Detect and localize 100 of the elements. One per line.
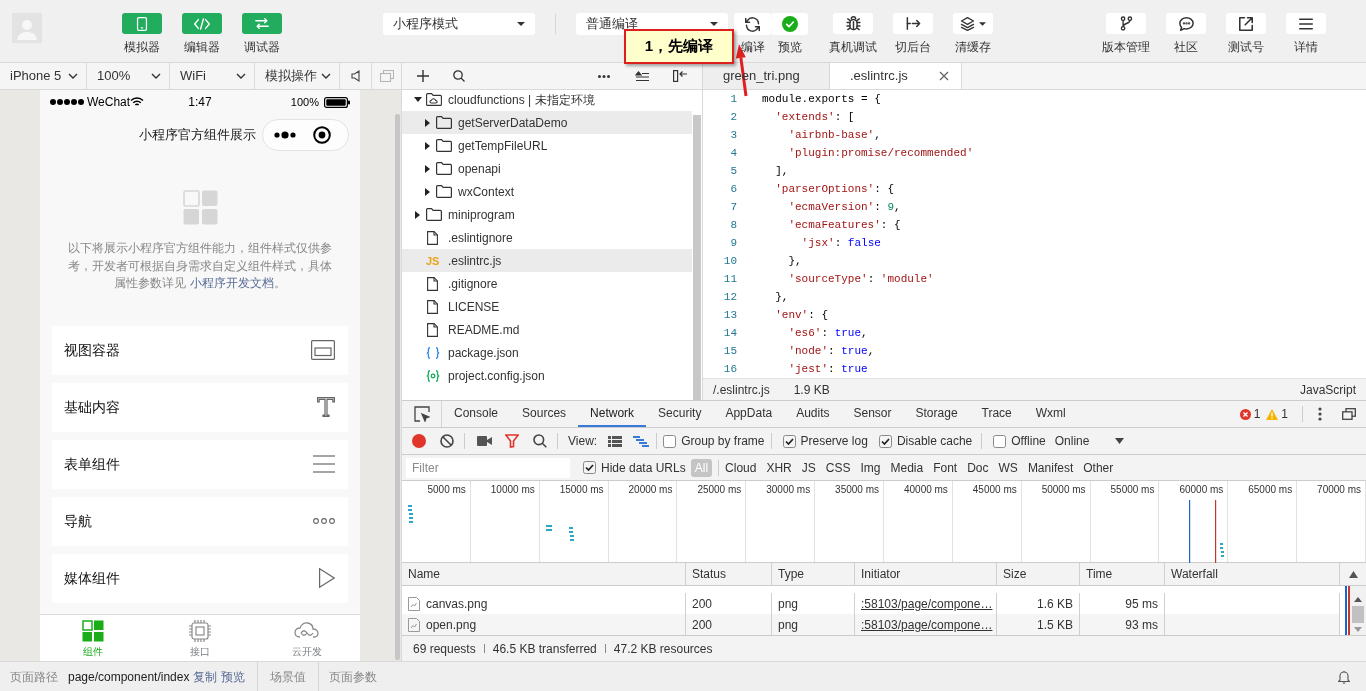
waterfall-icon[interactable]	[633, 435, 650, 447]
resource-type-filter[interactable]: WS	[994, 458, 1022, 477]
error-counter[interactable]: 1	[1239, 405, 1261, 423]
toolbar-button[interactable]: 切后台	[883, 0, 943, 54]
checkbox[interactable]	[663, 434, 677, 448]
scrollbar-thumb[interactable]	[693, 115, 701, 400]
simulator-dropdown[interactable]: 100%	[87, 63, 170, 89]
panel-arrow-icon[interactable]	[673, 70, 687, 82]
editor-tab[interactable]: .eslintrc.js	[830, 63, 962, 89]
devtools-tab[interactable]: Sources	[510, 401, 579, 427]
menu-card[interactable]: 导航	[52, 496, 348, 546]
column-header[interactable]: Status	[686, 563, 772, 585]
resource-type-filter[interactable]: CSS	[821, 458, 855, 477]
caret-right-icon[interactable]	[425, 164, 430, 173]
text-link[interactable]: 预览	[221, 667, 246, 686]
kebab-menu-icon[interactable]	[1318, 407, 1322, 421]
devtools-tab[interactable]: Audits	[784, 401, 842, 427]
caret-right-icon[interactable]	[425, 187, 430, 196]
search-icon[interactable]	[533, 434, 547, 448]
more-dots-icon[interactable]	[274, 131, 296, 139]
resource-type-filter[interactable]: Media	[886, 458, 928, 477]
resource-type-filter[interactable]: Other	[1079, 458, 1118, 477]
simulator-dropdown[interactable]: WiFi	[170, 63, 255, 89]
language-mode[interactable]: JavaScript	[1299, 380, 1356, 399]
resource-type-filter[interactable]: Font	[929, 458, 962, 477]
more-icon[interactable]	[598, 74, 610, 78]
scrollbar-thumb[interactable]	[395, 114, 400, 660]
caret-right-icon[interactable]	[425, 141, 430, 150]
checkbox-option[interactable]: Preserve log	[782, 432, 868, 450]
column-header[interactable]: Name	[402, 563, 686, 585]
filter-input[interactable]: Filter	[406, 457, 570, 478]
toolbar-button[interactable]: 社区	[1156, 0, 1216, 54]
resource-type-filter[interactable]: Manifest	[1023, 458, 1078, 477]
toolbar-button[interactable]: 编译	[734, 0, 771, 54]
menu-card[interactable]: 基础内容	[52, 382, 348, 432]
caret-right-icon[interactable]	[425, 118, 430, 127]
toolbar-button[interactable]: 调试器	[232, 0, 292, 54]
caret-down-icon[interactable]	[414, 97, 422, 102]
initiator-link[interactable]: :58103/page/compone…	[861, 615, 993, 634]
toolbar-button[interactable]: 详情	[1276, 0, 1336, 54]
column-header[interactable]: Size	[997, 563, 1080, 585]
checkbox[interactable]	[583, 461, 596, 474]
toolbar-button[interactable]: 清缓存	[943, 0, 1003, 54]
search-icon[interactable]	[453, 70, 465, 82]
scroll-up-icon[interactable]	[1354, 597, 1362, 602]
devtools-tab[interactable]: Console	[442, 401, 511, 427]
toolbar-button[interactable]: 预览	[771, 0, 808, 54]
menu-card[interactable]: 媒体组件	[52, 553, 348, 603]
checkbox[interactable]	[993, 434, 1007, 448]
checkbox[interactable]	[782, 434, 796, 448]
menu-card[interactable]: 视图容器	[52, 325, 348, 375]
warning-counter[interactable]: 1	[1266, 405, 1288, 423]
docs-link[interactable]: 小程序开发文档	[189, 276, 274, 290]
resource-type-filter[interactable]: Doc	[963, 458, 993, 477]
clear-icon[interactable]	[440, 434, 454, 448]
sort-lines-icon[interactable]	[635, 71, 649, 81]
bell-icon[interactable]	[1338, 669, 1350, 684]
simulator-dropdown[interactable]: iPhone 5	[0, 63, 87, 89]
checkbox[interactable]	[878, 434, 892, 448]
menu-card[interactable]: 表单组件	[52, 439, 348, 489]
resource-type-filter[interactable]: XHR	[762, 458, 796, 477]
tree-item[interactable]: JS .eslintrc.js	[402, 249, 692, 272]
table-row[interactable]: open.png 200 png :58103/page/compone… 1.5 KB 93 ms	[402, 614, 1340, 635]
close-icon[interactable]	[939, 71, 949, 81]
speaker-icon[interactable]	[350, 70, 361, 82]
list-icon[interactable]	[608, 435, 623, 447]
record-icon[interactable]	[412, 434, 426, 448]
initiator-link[interactable]: :58103/page/compone…	[861, 594, 993, 613]
video-camera-icon[interactable]	[477, 436, 492, 446]
caret-right-icon[interactable]	[415, 210, 420, 219]
plus-icon[interactable]	[417, 70, 429, 82]
resource-type-filter[interactable]: Img	[856, 458, 885, 477]
devtools-tab[interactable]: Security	[646, 401, 714, 427]
toolbar-button[interactable]: 版本管理	[1096, 0, 1156, 54]
checkbox-option[interactable]: Offline	[993, 432, 1046, 450]
column-header[interactable]: Initiator	[855, 563, 997, 585]
scrollbar-thumb[interactable]	[1352, 606, 1364, 623]
column-header[interactable]: Time	[1080, 563, 1165, 585]
sort-icon[interactable]	[1348, 570, 1358, 578]
dock-icon[interactable]	[1342, 408, 1356, 420]
column-header[interactable]: Waterfall	[1165, 563, 1340, 585]
throttle-select[interactable]: Online	[1054, 432, 1125, 450]
toolbar-button[interactable]: 测试号	[1216, 0, 1276, 54]
text-link[interactable]: 复制	[193, 667, 218, 686]
devtools-tab[interactable]: Trace	[969, 401, 1024, 427]
tab-bar-item[interactable]: 接口	[146, 615, 254, 661]
toolbar-button[interactable]: 编辑器	[172, 0, 232, 54]
toolbar-button[interactable]: 模拟器	[112, 0, 172, 54]
tab-bar-item[interactable]: 云开发	[253, 615, 360, 661]
checkbox-option[interactable]: Hide data URLs	[583, 458, 686, 477]
column-header[interactable]: Type	[772, 563, 855, 585]
mode-dropdown[interactable]: 小程序模式	[383, 13, 535, 35]
resource-type-filter[interactable]: Cloud	[721, 458, 761, 477]
target-icon[interactable]	[313, 126, 331, 144]
devtools-tab[interactable]: Storage	[903, 401, 970, 427]
tree-item[interactable]: getServerDataDemo	[402, 111, 692, 134]
devtools-tab[interactable]: AppData	[713, 401, 785, 427]
checkbox-option[interactable]: Disable cache	[878, 432, 973, 450]
toolbar-button[interactable]: 真机调试	[823, 0, 883, 54]
filter-icon[interactable]	[505, 434, 519, 448]
